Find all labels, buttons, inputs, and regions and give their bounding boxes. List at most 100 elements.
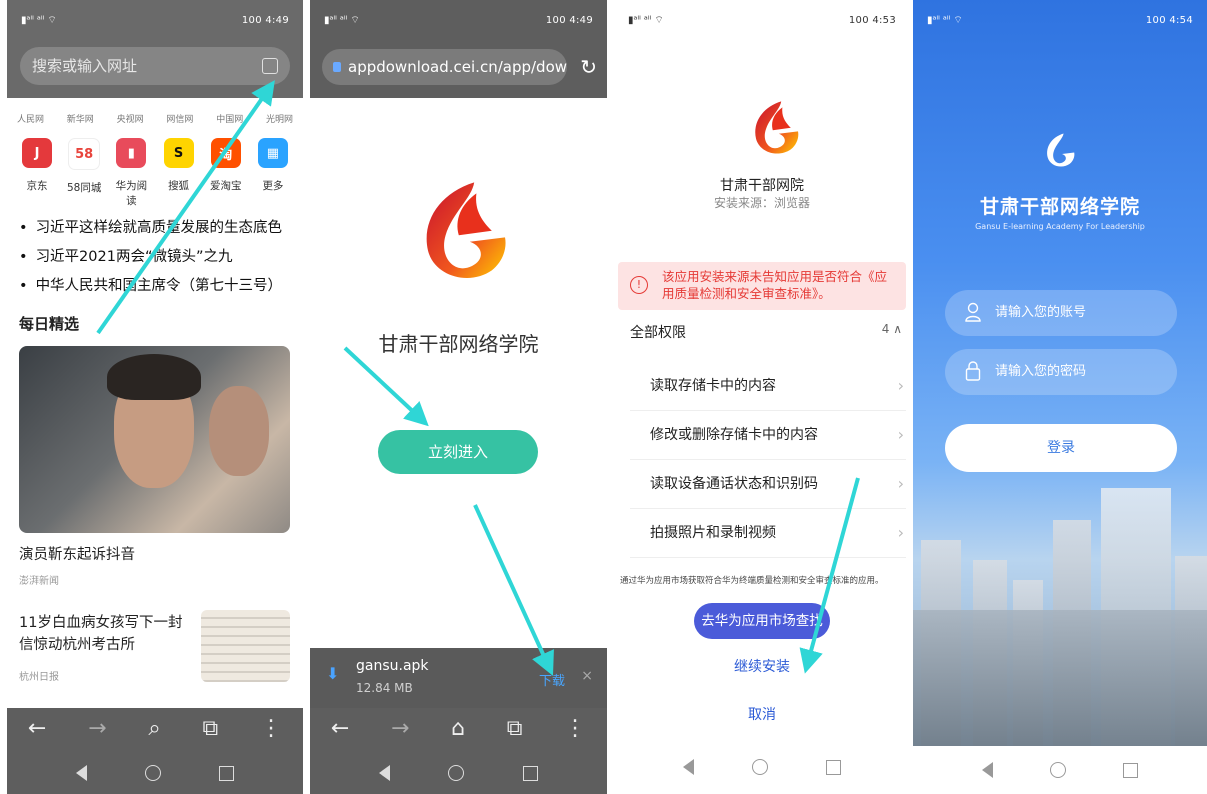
app-name: 甘肃干部网院 <box>720 178 804 194</box>
status-time: 100 4:54 <box>1145 14 1193 26</box>
site-link[interactable]: 光明网 <box>266 112 293 125</box>
status-bar: ▮ᵃˡˡ ᵃˡˡ ⌔ 100 4:53 <box>614 0 910 40</box>
app-logo <box>426 182 506 278</box>
forward-icon[interactable]: → <box>88 716 106 741</box>
nav-recents-icon[interactable] <box>826 759 841 775</box>
site-link[interactable]: 中国网 <box>216 112 243 125</box>
menu-icon[interactable]: ⋮ <box>260 716 282 741</box>
nav-home-icon[interactable] <box>448 765 465 781</box>
app-shortcut[interactable]: 淘爱淘宝 <box>206 138 246 208</box>
article-source-2: 杭州日报 <box>19 672 59 683</box>
back-icon[interactable]: ← <box>28 716 46 741</box>
site-link[interactable]: 新华网 <box>67 112 94 125</box>
search-icon[interactable]: ⌕ <box>148 716 160 741</box>
article-thumbnail[interactable] <box>201 610 290 682</box>
signal-icon: ▮ᵃˡˡ ᵃˡˡ ⌔ <box>628 14 664 26</box>
password-placeholder: 请输入您的密码 <box>995 364 1087 379</box>
enter-button[interactable]: 立刻进入 <box>378 430 538 474</box>
login-button[interactable]: 登录 <box>945 424 1177 472</box>
permissions-header[interactable]: 全部权限 4 ∧ <box>630 322 902 342</box>
site-link[interactable]: 央视网 <box>117 112 144 125</box>
search-input[interactable]: 搜索或输入网址 <box>20 47 290 85</box>
news-item[interactable]: 习近平这样绘就高质量发展的生态底色 <box>19 214 295 243</box>
app-shortcut[interactable]: 58 58同城 <box>64 138 104 208</box>
nav-home-icon[interactable] <box>1049 762 1066 778</box>
signal-icon: ▮ᵃˡˡ ᵃˡˡ ⌔ <box>927 14 963 26</box>
news-item[interactable]: 中华人民共和国主席令（第七十三号） <box>19 272 295 301</box>
install-source: 安装来源：浏览器 <box>713 196 810 210</box>
app-shortcut[interactable]: S 搜狐 <box>159 138 199 208</box>
account-placeholder: 请输入您的账号 <box>995 305 1087 320</box>
app-logo <box>755 101 799 154</box>
app-label: 更多 <box>262 180 284 192</box>
site-link[interactable]: 人民网 <box>17 112 44 125</box>
permissions-count: 4 ∧ <box>881 322 902 336</box>
tabs-icon[interactable]: ⧉ <box>507 716 523 741</box>
scan-icon[interactable] <box>262 58 278 74</box>
nav-back-icon[interactable] <box>683 759 694 775</box>
app-icon: S <box>163 138 194 168</box>
app-shortcut[interactable]: J 京东 <box>17 138 57 208</box>
nav-recents-icon[interactable] <box>219 765 234 781</box>
app-label: 京东 <box>26 180 48 192</box>
forward-icon[interactable]: → <box>391 716 409 741</box>
permission-item[interactable]: 读取设备通话状态和识别码 <box>630 460 906 509</box>
reload-icon[interactable]: ↻ <box>580 55 597 79</box>
app-icon: 58 <box>68 138 101 170</box>
user-icon <box>965 302 981 322</box>
close-icon[interactable]: × <box>581 668 593 684</box>
lock-icon <box>965 361 981 381</box>
tabs-icon[interactable]: ⧉ <box>203 716 219 741</box>
system-nav <box>310 752 607 794</box>
cancel-button[interactable]: 取消 <box>614 704 910 724</box>
signal-icon: ▮ᵃˡˡ ᵃˡˡ ⌔ <box>21 14 57 26</box>
market-button[interactable]: 去华为应用市场查找 <box>694 603 830 639</box>
url-bar[interactable]: appdownload.cei.cn/app/downloa <box>322 49 567 85</box>
nav-recents-icon[interactable] <box>522 765 538 781</box>
permission-item[interactable]: 修改或删除存储卡中的内容 <box>630 411 906 460</box>
continue-install-button[interactable]: 继续安装 <box>614 656 910 676</box>
download-icon: ⬇ <box>326 664 340 683</box>
account-input[interactable]: 请输入您的账号 <box>945 290 1177 336</box>
browser-header: ▮ᵃˡˡ ᵃˡˡ ⌔ 100 4:49 搜索或输入网址 <box>7 0 303 98</box>
login-screen: ▮ᵃˡˡ ᵃˡˡ ⌔ 100 4:54 甘肃干部网络学院 Gansu E-lea… <box>913 0 1207 794</box>
status-bar: ▮ᵃˡˡ ᵃˡˡ ⌔ 100 4:54 <box>913 0 1207 40</box>
status-bar: ▮ᵃˡˡ ᵃˡˡ ⌔ 100 4:49 <box>310 0 607 40</box>
app-icon: ▮ <box>116 138 147 168</box>
app-label: 58同城 <box>67 182 102 194</box>
nav-back-icon[interactable] <box>981 762 993 778</box>
article-photo[interactable] <box>19 346 290 533</box>
warning-icon: ! <box>630 276 648 294</box>
permission-item[interactable]: 拍摄照片和录制视频 <box>630 509 906 558</box>
nav-recents-icon[interactable] <box>1123 762 1139 778</box>
search-placeholder: 搜索或输入网址 <box>32 57 138 75</box>
app-label: 搜狐 <box>168 180 190 192</box>
warning-text: 该应用安装来源未告知应用是否符合《应用质量检测和安全审查标准》。 <box>662 269 888 301</box>
system-nav <box>614 740 910 794</box>
permission-item[interactable]: 读取存储卡中的内容 <box>630 362 906 411</box>
app-label: 华为阅读 <box>115 180 148 207</box>
home-icon[interactable]: ⌂ <box>451 716 465 741</box>
status-bar: ▮ᵃˡˡ ᵃˡˡ ⌔ 100 4:49 <box>7 0 303 40</box>
article-title[interactable]: 演员靳东起诉抖音 <box>19 543 135 564</box>
app-shortcut[interactable]: ▮ 华为阅读 <box>111 138 151 208</box>
article-title-2[interactable]: 11岁白血病女孩写下一封信惊动杭州考古所 <box>19 612 189 656</box>
password-input[interactable]: 请输入您的密码 <box>945 349 1177 395</box>
system-nav <box>7 752 303 794</box>
page-title: 甘肃干部网络学院 <box>979 196 1140 218</box>
nav-home-icon[interactable] <box>145 765 161 781</box>
site-link[interactable]: 网信网 <box>166 112 193 125</box>
app-shortcut[interactable]: ▦ 更多 <box>253 138 293 208</box>
nav-back-icon[interactable] <box>76 765 87 781</box>
permissions-list: 读取存储卡中的内容修改或删除存储卡中的内容读取设备通话状态和识别码拍摄照片和录制… <box>630 362 906 558</box>
download-page: ▮ᵃˡˡ ᵃˡˡ ⌔ 100 4:49 appdownload.cei.cn/a… <box>310 0 607 794</box>
news-item[interactable]: 习近平2021两会“微镜头”之九 <box>19 243 295 272</box>
download-button[interactable]: 下载 <box>539 670 565 689</box>
back-icon[interactable]: ← <box>331 716 349 741</box>
menu-icon[interactable]: ⋮ <box>564 716 586 741</box>
nav-back-icon[interactable] <box>379 765 391 781</box>
site-links: 人民网 新华网 央视网 网信网 中国网 光明网 <box>17 112 293 125</box>
nav-home-icon[interactable] <box>752 759 768 775</box>
browser-header: ▮ᵃˡˡ ᵃˡˡ ⌔ 100 4:49 appdownload.cei.cn/a… <box>310 0 607 98</box>
section-title: 每日精选 <box>19 315 80 333</box>
